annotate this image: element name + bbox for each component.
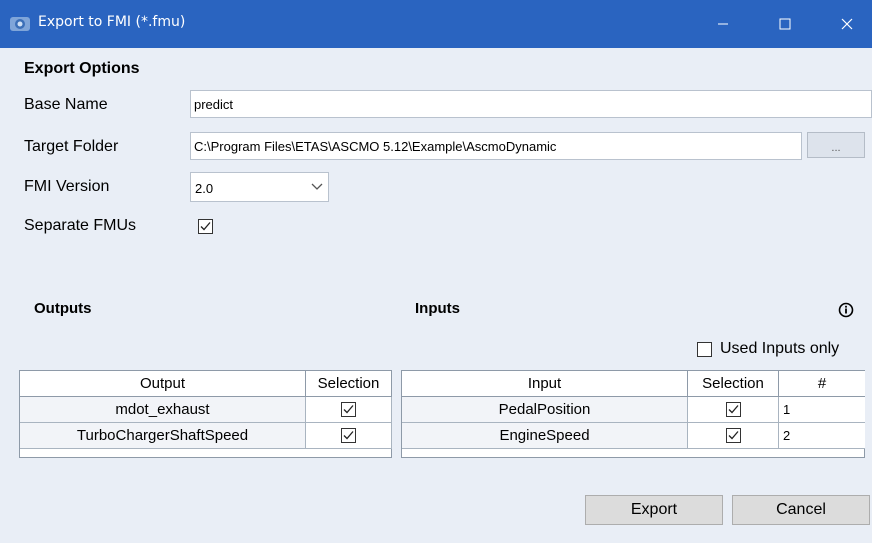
export-options-heading: Export Options (24, 60, 140, 77)
fmi-version-select[interactable]: 2.0 (190, 172, 329, 202)
browse-button[interactable]: ... (807, 132, 865, 158)
close-icon (841, 18, 853, 30)
input-name-cell[interactable]: PedalPosition (402, 397, 688, 423)
chevron-down-icon (311, 183, 323, 190)
checkmark-icon (728, 431, 738, 440)
output-column-header[interactable]: Output (20, 371, 306, 397)
fmi-version-value: 2.0 (195, 181, 214, 196)
output-selection-checkbox[interactable] (341, 428, 356, 443)
checkmark-icon (343, 431, 354, 440)
input-index-cell[interactable]: 1 (779, 397, 865, 423)
export-dialog: Export Options Base Name predict Target … (10, 48, 872, 543)
outputs-heading: Outputs (34, 300, 92, 317)
window-title: Export to FMI (*.fmu) (38, 14, 186, 30)
target-folder-input[interactable]: C:\Program Files\ETAS\ASCMO 5.12\Example… (190, 132, 802, 160)
maximize-icon (779, 18, 791, 30)
input-selection-cell[interactable] (688, 397, 779, 423)
checkmark-icon (728, 405, 738, 414)
close-button[interactable] (824, 0, 870, 48)
separate-fmus-checkbox[interactable] (198, 219, 213, 234)
inputs-table: Input Selection # PedalPosition 1 Engine… (401, 370, 865, 458)
inputs-heading: Inputs (415, 300, 460, 317)
used-inputs-only-label: Used Inputs only (720, 340, 840, 357)
checkmark-icon (200, 222, 211, 231)
separate-fmus-label: Separate FMUs (24, 217, 137, 234)
target-folder-label: Target Folder (24, 138, 119, 155)
info-icon[interactable] (838, 302, 854, 318)
cancel-button[interactable]: Cancel (732, 495, 870, 525)
input-selection-cell[interactable] (688, 423, 779, 449)
output-selection-cell[interactable] (306, 397, 392, 423)
base-name-input[interactable]: predict (190, 90, 872, 118)
maximize-button[interactable] (762, 0, 808, 48)
input-index-cell[interactable]: 2 (779, 423, 865, 449)
minimize-button[interactable] (700, 0, 746, 48)
checkmark-icon (343, 405, 354, 414)
export-button[interactable]: Export (585, 495, 723, 525)
output-selection-cell[interactable] (306, 423, 392, 449)
fmi-version-label: FMI Version (24, 178, 110, 195)
base-name-label: Base Name (24, 96, 108, 113)
output-name-cell[interactable]: mdot_exhaust (20, 397, 306, 423)
minimize-icon (718, 23, 728, 25)
index-column-header[interactable]: # (779, 371, 865, 397)
output-name-cell[interactable]: TurboChargerShaftSpeed (20, 423, 306, 449)
etas-app-icon (10, 17, 30, 31)
output-selection-checkbox[interactable] (341, 402, 356, 417)
selection-column-header[interactable]: Selection (688, 371, 779, 397)
input-selection-checkbox[interactable] (725, 402, 741, 417)
input-column-header[interactable]: Input (402, 371, 688, 397)
used-inputs-only-checkbox[interactable] (697, 342, 712, 357)
title-bar[interactable]: Export to FMI (*.fmu) (0, 0, 872, 48)
outputs-table: Output Selection mdot_exhaust TurboCharg… (19, 370, 392, 458)
input-name-cell[interactable]: EngineSpeed (402, 423, 688, 449)
selection-column-header[interactable]: Selection (306, 371, 392, 397)
input-selection-checkbox[interactable] (725, 428, 741, 443)
